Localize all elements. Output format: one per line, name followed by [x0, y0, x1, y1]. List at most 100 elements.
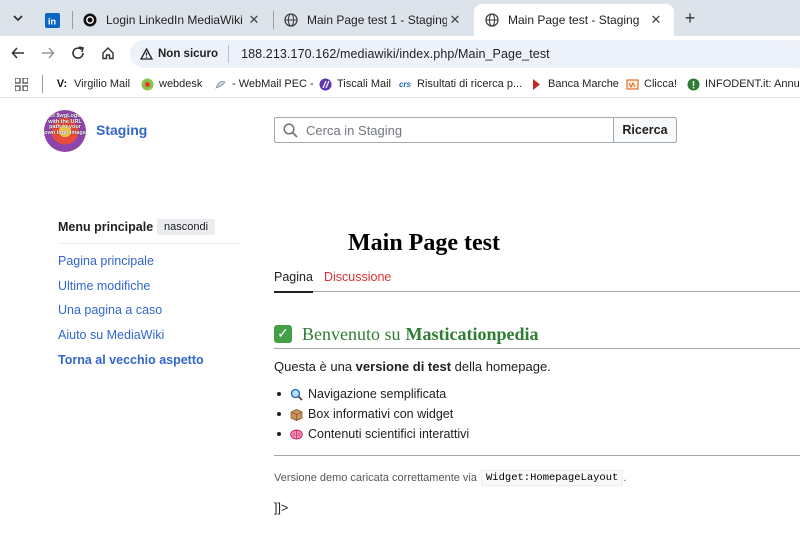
logo-text: Set $wgLogos with the URL path to your o…	[44, 113, 86, 136]
feature-list: Navigazione semplificata Box informativi…	[274, 384, 469, 444]
globe-icon	[283, 12, 299, 28]
search-icon	[283, 122, 298, 138]
intro-paragraph: Questa è una versione di test della home…	[274, 359, 551, 374]
svg-text:in: in	[47, 16, 56, 26]
security-label: Non sicuro	[158, 48, 219, 60]
tiscali-icon	[318, 77, 332, 91]
bookmark-virgilio[interactable]: V: Virgilio Mail	[55, 76, 130, 92]
apps-button[interactable]	[15, 76, 28, 92]
tab-title: Login LinkedIn MediaWiki	[106, 13, 243, 27]
menu-item-old-skin[interactable]: Torna al vecchio aspetto	[58, 353, 204, 367]
intro-bold: versione di test	[355, 359, 452, 374]
banca-icon	[529, 77, 543, 91]
welcome-prefix: Benvenuto su	[302, 323, 401, 344]
tab-discussion[interactable]: Discussione	[324, 270, 391, 292]
bookmark-banca-marche[interactable]: Banca Marche	[529, 76, 619, 92]
search-input[interactable]: Cerca in Staging	[274, 117, 614, 143]
close-icon[interactable]: ✕	[447, 12, 463, 28]
tab-main-page-test-1[interactable]: Main Page test 1 - Staging ✕	[273, 4, 473, 36]
demo-text: Versione demo caricata correttamente via	[274, 472, 477, 484]
reload-icon	[72, 46, 84, 59]
menu-item-help[interactable]: Aiuto su MediaWiki	[58, 328, 164, 342]
globe-icon	[484, 12, 500, 28]
address-bar[interactable]: Non sicuro 188.213.170.162/mediawiki/ind…	[130, 40, 800, 68]
list-item-text: Box informativi con widget	[308, 407, 454, 421]
arrow-left-icon	[11, 47, 24, 59]
close-icon[interactable]: ✕	[246, 12, 262, 28]
page-title: Main Page test	[348, 230, 500, 256]
close-icon[interactable]: ✕	[648, 12, 664, 28]
menu-heading: Menu principale	[58, 220, 154, 234]
bullet-dot	[277, 392, 281, 396]
bookmark-webdesk[interactable]: webdesk	[140, 76, 202, 92]
hide-menu-button[interactable]: nascondi	[157, 219, 216, 235]
search-placeholder: Cerca in Staging	[306, 122, 403, 138]
demo-end: .	[623, 472, 627, 484]
intro-text: della homepage.	[451, 359, 551, 374]
bookmark-clicca[interactable]: Clicca!	[625, 76, 677, 92]
bookmark-label: Clicca!	[644, 78, 678, 90]
site-name[interactable]: Staging	[96, 122, 147, 138]
tab-main-page-test[interactable]: Main Page test - Staging ✕	[474, 4, 674, 36]
intro-text: Questa è una	[274, 359, 356, 374]
list-item: Navigazione semplificata	[274, 384, 469, 404]
bookmark-separator	[42, 75, 43, 93]
tab-title: Main Page test 1 - Staging	[307, 13, 447, 27]
bookmark-label: webdesk	[159, 78, 203, 90]
welcome-brand: Masticationpedia	[405, 323, 539, 344]
back-button[interactable]	[6, 41, 30, 65]
new-tab-button[interactable]: +	[678, 6, 702, 30]
home-button[interactable]	[96, 41, 120, 65]
apps-grid-icon	[15, 77, 28, 91]
reload-button[interactable]	[66, 41, 90, 65]
bookmark-label: INFODENT.it: Annunc	[705, 78, 800, 90]
crs-icon: crs	[398, 79, 411, 89]
arrow-right-icon	[42, 47, 55, 59]
site-logo[interactable]: Set $wgLogos with the URL path to your o…	[44, 110, 86, 152]
bookmark-label: Virgilio Mail	[74, 78, 131, 90]
bookmark-tiscali[interactable]: Tiscali Mail	[318, 76, 391, 92]
bookmark-label: Tiscali Mail	[337, 78, 391, 90]
tab-search-button[interactable]	[6, 6, 30, 30]
menu-item-random-page[interactable]: Una pagina a caso	[58, 303, 162, 317]
virgilio-icon: V:	[56, 78, 68, 90]
bullet-dot	[277, 432, 281, 436]
bookmark-label: Risultati di ricerca p...	[417, 78, 523, 90]
search-button[interactable]: Ricerca	[613, 117, 677, 143]
list-item-text: Contenuti scientifici interattivi	[308, 427, 470, 441]
page-tabs: Pagina Discussione	[274, 268, 800, 293]
bookmark-label: Banca Marche	[548, 78, 619, 90]
list-item: Box informativi con widget	[274, 404, 469, 424]
security-indicator[interactable]: Non sicuro	[140, 45, 230, 63]
bookmark-risultati[interactable]: crs Risultati di ricerca p...	[398, 76, 522, 92]
tab-page[interactable]: Pagina	[274, 270, 313, 293]
menu-item-recent-changes[interactable]: Ultime modifiche	[58, 279, 150, 293]
widget-code: Widget:HomepageLayout	[481, 470, 624, 486]
bookmarks-bar: V: Virgilio Mail webdesk - WebMail PEC -…	[0, 70, 800, 98]
tab-login-linkedin[interactable]: Login LinkedIn MediaWiki ✕	[72, 4, 272, 36]
warning-icon	[140, 48, 153, 60]
bookmark-label: - WebMail PEC -	[232, 78, 314, 90]
list-item: Contenuti scientifici interattivi	[274, 424, 469, 444]
bookmark-webmail-pec[interactable]: - WebMail PEC -	[213, 76, 314, 92]
box-icon	[289, 407, 303, 421]
bookmark-infodent[interactable]: INFODENT.it: Annunc	[686, 76, 800, 92]
welcome-heading: ✓ Benvenuto su Masticationpedia	[274, 320, 800, 349]
browser-toolbar: Non sicuro 188.213.170.162/mediawiki/ind…	[0, 36, 800, 70]
brain-icon	[289, 427, 303, 441]
content-divider	[274, 455, 800, 456]
tab-strip: in Login LinkedIn MediaWiki ✕ Main Page …	[0, 0, 800, 36]
check-icon: ✓	[274, 325, 292, 343]
menu-item-main-page[interactable]: Pagina principale	[58, 254, 154, 268]
chevron-down-icon	[13, 15, 23, 22]
url-text: 188.213.170.162/mediawiki/index.php/Main…	[241, 47, 550, 61]
home-icon	[102, 47, 114, 60]
tab-linkedin[interactable]: in	[34, 4, 70, 36]
list-item-text: Navigazione semplificata	[308, 387, 447, 401]
clicca-icon	[625, 77, 639, 91]
forward-button[interactable]	[36, 41, 60, 65]
webmail-icon	[213, 77, 227, 91]
plus-icon: +	[684, 7, 696, 28]
demo-note: Versione demo caricata correttamente via…	[274, 470, 626, 486]
trailing-text: ]]>	[274, 501, 289, 515]
